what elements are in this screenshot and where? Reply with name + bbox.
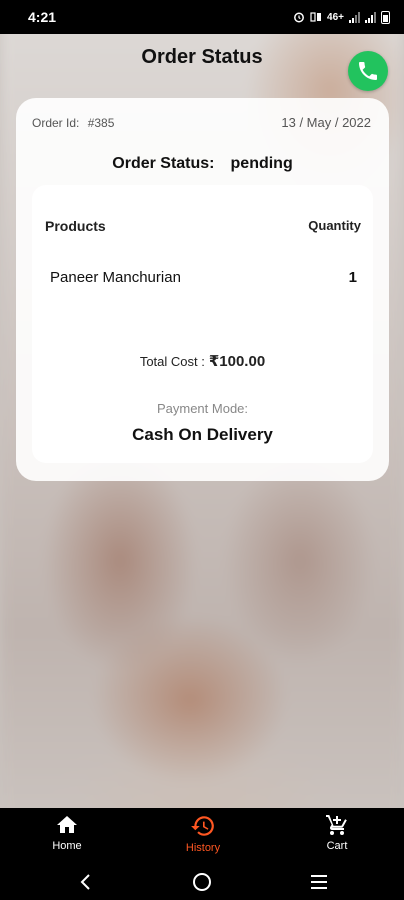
home-circle-icon[interactable] bbox=[189, 869, 215, 895]
order-card: Order Id: #385 13 / May / 2022 Order Sta… bbox=[16, 98, 389, 481]
status-bar: 4:21 46+ bbox=[0, 0, 404, 34]
cart-icon bbox=[326, 815, 347, 835]
product-quantity: 1 bbox=[348, 269, 357, 286]
payment-mode-value: Cash On Delivery bbox=[132, 425, 273, 444]
history-icon bbox=[191, 816, 214, 836]
order-id: Order Id: #385 bbox=[32, 116, 114, 130]
total-cost-value: ₹100.00 bbox=[208, 353, 266, 370]
page-title: Order Status bbox=[141, 46, 263, 68]
bottom-navigation: Home History Cart bbox=[0, 808, 404, 864]
order-date: 13 / May / 2022 bbox=[281, 115, 371, 130]
home-icon bbox=[57, 816, 77, 833]
alarm-icon bbox=[294, 12, 304, 23]
order-status-value: pending bbox=[230, 155, 293, 172]
status-icons: 46+ bbox=[293, 10, 390, 24]
nav-home-label: Home bbox=[52, 840, 82, 852]
order-id-value: #385 bbox=[87, 116, 115, 130]
battery-icon bbox=[381, 10, 390, 24]
nav-history[interactable]: History bbox=[158, 813, 248, 863]
quantity-header: Quantity bbox=[308, 218, 361, 233]
signal-icon bbox=[365, 11, 376, 23]
nav-cart-label: Cart bbox=[326, 840, 348, 852]
nav-home[interactable]: Home bbox=[22, 813, 112, 863]
signal-icon bbox=[349, 11, 360, 23]
system-navigation bbox=[0, 864, 404, 900]
order-status: Order Status: pending bbox=[16, 155, 389, 173]
order-status-label: Order Status: bbox=[112, 155, 215, 172]
network-type: 46+ bbox=[327, 11, 344, 23]
nav-cart[interactable]: Cart bbox=[292, 813, 382, 863]
total-cost-label: Total Cost : bbox=[139, 354, 205, 369]
back-icon[interactable] bbox=[73, 869, 99, 895]
data-icon bbox=[310, 12, 322, 22]
call-button[interactable] bbox=[348, 51, 388, 91]
total-cost: Total Cost : ₹100.00 bbox=[32, 352, 373, 370]
order-id-label: Order Id: bbox=[32, 116, 80, 130]
product-name: Paneer Manchurian bbox=[50, 269, 181, 286]
order-details-panel: Products Quantity Paneer Manchurian 1 To… bbox=[32, 185, 373, 463]
status-time: 4:21 bbox=[28, 9, 57, 25]
recents-icon[interactable] bbox=[306, 869, 332, 895]
products-header: Products bbox=[45, 218, 106, 234]
phone-icon bbox=[359, 62, 377, 80]
payment-mode-label: Payment Mode: bbox=[156, 401, 249, 416]
nav-history-label: History bbox=[185, 842, 221, 854]
